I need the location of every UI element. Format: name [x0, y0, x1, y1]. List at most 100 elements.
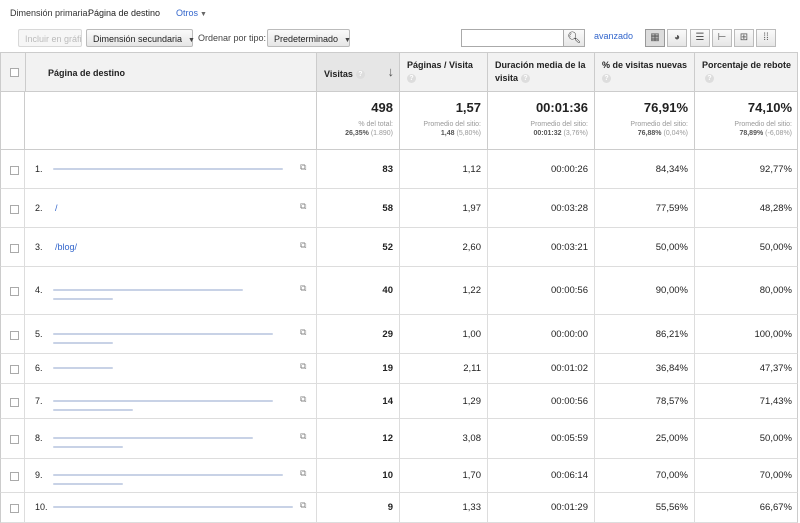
- cell-duration: 00:06:14: [487, 459, 594, 492]
- landing-page-cell: 7. ⧉: [24, 384, 316, 418]
- landing-page-cell: 6. ⧉: [24, 354, 316, 383]
- duration-value: 00:05:59: [551, 433, 588, 444]
- advanced-filter-link[interactable]: avanzado: [594, 31, 633, 41]
- help-icon[interactable]: ?: [705, 74, 714, 84]
- sort-type-dropdown[interactable]: Predeterminado ▼: [267, 29, 351, 47]
- cell-pages: 3,08: [399, 419, 487, 458]
- bounce-value: 48,28%: [759, 203, 792, 214]
- secondary-dimension-dropdown[interactable]: Dimensión secundaria ▼: [86, 29, 195, 47]
- row-checkbox[interactable]: [10, 365, 19, 374]
- open-external-icon[interactable]: ⧉: [300, 431, 306, 442]
- cell-visits: 58: [316, 189, 399, 227]
- comparison-view-button[interactable]: ⊢: [712, 29, 732, 47]
- pages-value: 1,00: [462, 329, 482, 340]
- totals-new-visits-delta: (0,04%): [663, 130, 688, 137]
- visits-value: 83: [382, 164, 393, 175]
- help-icon[interactable]: ?: [602, 74, 611, 84]
- row-index: 2.: [35, 203, 43, 213]
- totals-new-visits-value: 76,91%: [643, 100, 688, 115]
- row-checkbox[interactable]: [10, 166, 19, 175]
- column-header-label: Páginas / Visita: [407, 60, 473, 70]
- cell-new: 86,21%: [594, 315, 694, 353]
- bounce-value: 71,43%: [759, 396, 792, 407]
- term-cloud-view-button[interactable]: ⁞⁞: [756, 29, 776, 47]
- column-header-landing-page[interactable]: Página de destino: [25, 53, 316, 91]
- table-row: 6. ⧉ 19 2,11 00:01:02 36,84% 47,37%: [0, 354, 798, 384]
- plot-rows-button[interactable]: Incluir en gráfico: [18, 29, 82, 47]
- select-all-checkbox[interactable]: [10, 68, 19, 77]
- totals-duration: 00:01:36 Promedio del sitio: 00:01:32 (3…: [487, 92, 594, 149]
- table-row: 4. ⧉ 40 1,22 00:00:56 90,00% 80,00%: [0, 267, 798, 315]
- column-header-new-visits[interactable]: % de visitas nuevas?: [594, 53, 694, 91]
- row-checkbox[interactable]: [10, 205, 19, 214]
- visits-value: 10: [382, 470, 393, 481]
- totals-new-visits-site-avg: 76,88%: [637, 130, 662, 137]
- row-index: 10.: [35, 502, 48, 512]
- sort-by-label: Ordenar por tipo:: [198, 33, 267, 43]
- open-external-icon[interactable]: ⧉: [300, 327, 306, 338]
- totals-new-visits: 76,91% Promedio del sitio: 76,88% (0,04%…: [594, 92, 694, 149]
- column-header-bounce-rate[interactable]: Porcentaje de rebote?: [694, 53, 798, 91]
- help-icon[interactable]: ?: [521, 74, 531, 84]
- help-icon[interactable]: ?: [355, 70, 365, 80]
- others-dropdown[interactable]: Otros ▼: [176, 8, 207, 18]
- cell-duration: 00:00:00: [487, 315, 594, 353]
- duration-value: 00:00:26: [551, 164, 588, 175]
- open-external-icon[interactable]: ⧉: [300, 240, 306, 251]
- row-checkbox[interactable]: [10, 287, 19, 296]
- help-icon[interactable]: ?: [407, 74, 416, 84]
- row-checkbox[interactable]: [10, 244, 19, 253]
- open-external-icon[interactable]: ⧉: [300, 500, 306, 511]
- term-cloud-view-icon: ⁞⁞: [763, 32, 769, 43]
- table-view-button[interactable]: ▦: [645, 29, 665, 47]
- open-external-icon[interactable]: ⧉: [300, 468, 306, 479]
- duration-value: 00:01:29: [551, 502, 588, 513]
- open-external-icon[interactable]: ⧉: [300, 162, 306, 173]
- redacted-text: [53, 342, 113, 344]
- column-header-visits[interactable]: Visitas? ↓: [316, 53, 399, 91]
- primary-dimension-label: Dimensión primaria:: [10, 8, 91, 18]
- new-value: 77,59%: [655, 203, 688, 214]
- row-checkbox[interactable]: [10, 398, 19, 407]
- comparison-view-icon: ⊢: [717, 32, 727, 43]
- cell-bounce: 70,00%: [694, 459, 798, 492]
- landing-page-link[interactable]: /: [55, 203, 58, 213]
- landing-page-link[interactable]: /blog/: [55, 242, 77, 252]
- pages-value: 1,70: [462, 470, 482, 481]
- row-checkbox[interactable]: [10, 504, 19, 513]
- totals-visits: 498 % del total: 26,35% (1.890): [316, 92, 399, 149]
- open-external-icon[interactable]: ⧉: [300, 283, 306, 294]
- totals-visits-value: 498: [371, 100, 393, 115]
- totals-visits-total: (1.890): [370, 130, 393, 137]
- column-header-avg-duration[interactable]: Duración media de la visita?: [487, 53, 594, 91]
- landing-page-cell: 3. /blog/ ⧉: [24, 228, 316, 266]
- bounce-value: 70,00%: [759, 470, 792, 481]
- totals-bounce-delta: (-6,08%): [765, 130, 792, 137]
- pivot-view-button[interactable]: ⊞: [734, 29, 754, 47]
- cell-pages: 2,11: [399, 354, 487, 383]
- open-external-icon[interactable]: ⧉: [300, 394, 306, 405]
- cell-new: 55,56%: [594, 493, 694, 522]
- cell-duration: 00:03:21: [487, 228, 594, 266]
- new-value: 70,00%: [655, 470, 688, 481]
- pie-view-button[interactable]: ◕: [667, 29, 687, 47]
- performance-view-button[interactable]: ☰: [690, 29, 710, 47]
- row-checkbox[interactable]: [10, 472, 19, 481]
- cell-visits: 12: [316, 419, 399, 458]
- row-checkbox[interactable]: [10, 331, 19, 340]
- cell-pages: 1,70: [399, 459, 487, 492]
- cell-duration: 00:01:29: [487, 493, 594, 522]
- search-button[interactable]: 🔍︎: [563, 29, 585, 47]
- row-checkbox[interactable]: [10, 435, 19, 444]
- table-row: 8. ⧉ 12 3,08 00:05:59 25,00% 50,00%: [0, 419, 798, 459]
- pages-value: 2,11: [463, 363, 481, 374]
- new-value: 84,34%: [655, 164, 688, 175]
- row-index: 9.: [35, 470, 43, 480]
- column-header-pages-per-visit[interactable]: Páginas / Visita?: [399, 53, 487, 91]
- open-external-icon[interactable]: ⧉: [300, 201, 306, 212]
- open-external-icon[interactable]: ⧉: [300, 361, 306, 372]
- totals-duration-site-avg: 00:01:32: [533, 130, 562, 137]
- landing-page-cell: 2. / ⧉: [24, 189, 316, 227]
- bounce-value: 66,67%: [759, 502, 792, 513]
- duration-value: 00:03:28: [551, 203, 588, 214]
